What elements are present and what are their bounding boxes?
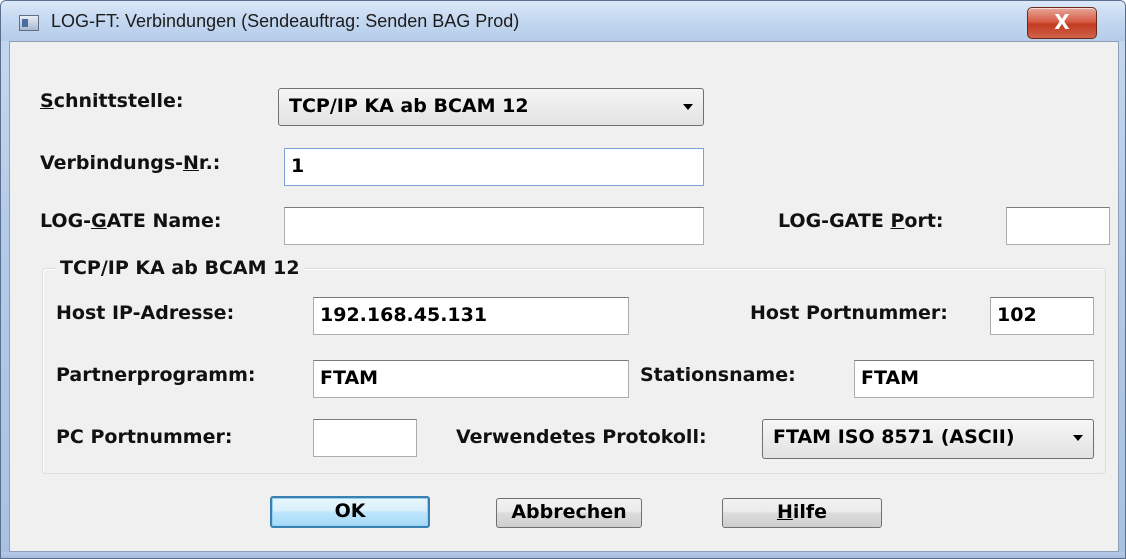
- chevron-down-icon: [1073, 435, 1083, 441]
- log-gate-port-label: LOG-GATE Port:: [778, 210, 944, 232]
- schnittstelle-label: Schnittstelle:: [40, 90, 184, 112]
- window-title: LOG-FT: Verbindungen (Sendeauftrag: Send…: [51, 11, 520, 31]
- title-bar[interactable]: LOG-FT: Verbindungen (Sendeauftrag: Send…: [1, 1, 1125, 41]
- ok-button[interactable]: OK: [270, 496, 430, 528]
- verbindungs-nr-label: Verbindungs-Nr.:: [40, 152, 221, 174]
- dialog-client-area: Schnittstelle: TCP/IP KA ab BCAM 12 Verb…: [9, 41, 1119, 552]
- log-gate-name-label: LOG-GATE Name:: [40, 210, 222, 232]
- cancel-button[interactable]: Abbrechen: [496, 498, 642, 528]
- log-gate-port-input[interactable]: [1006, 207, 1110, 245]
- close-icon: X: [1054, 10, 1070, 34]
- protokoll-select[interactable]: FTAM ISO 8571 (ASCII): [762, 419, 1094, 459]
- host-ip-label: Host IP-Adresse:: [56, 302, 235, 324]
- host-port-input[interactable]: 102: [990, 297, 1094, 335]
- help-button[interactable]: Hilfe: [722, 498, 882, 528]
- chevron-down-icon: [683, 104, 693, 110]
- window-app-icon: [19, 15, 39, 31]
- pc-port-label: PC Portnummer:: [56, 426, 233, 448]
- protokoll-value: FTAM ISO 8571 (ASCII): [773, 426, 1015, 448]
- window-bottom-border: [1, 552, 1125, 558]
- partnerprogramm-label: Partnerprogramm:: [56, 364, 256, 386]
- close-button[interactable]: X: [1027, 7, 1097, 39]
- protokoll-label: Verwendetes Protokoll:: [456, 426, 707, 448]
- schnittstelle-select[interactable]: TCP/IP KA ab BCAM 12: [278, 88, 704, 126]
- verbindungs-nr-input[interactable]: 1: [284, 148, 704, 186]
- host-port-label: Host Portnummer:: [750, 302, 948, 324]
- stationsname-label: Stationsname:: [640, 364, 796, 386]
- schnittstelle-value: TCP/IP KA ab BCAM 12: [289, 95, 529, 117]
- pc-port-input[interactable]: [313, 419, 417, 457]
- stationsname-input[interactable]: FTAM: [854, 360, 1094, 398]
- host-ip-input[interactable]: 192.168.45.131: [313, 297, 629, 335]
- group-legend: TCP/IP KA ab BCAM 12: [56, 257, 304, 279]
- partnerprogramm-input[interactable]: FTAM: [313, 360, 629, 398]
- log-gate-name-input[interactable]: [284, 207, 704, 245]
- dialog-window: LOG-FT: Verbindungen (Sendeauftrag: Send…: [0, 0, 1126, 559]
